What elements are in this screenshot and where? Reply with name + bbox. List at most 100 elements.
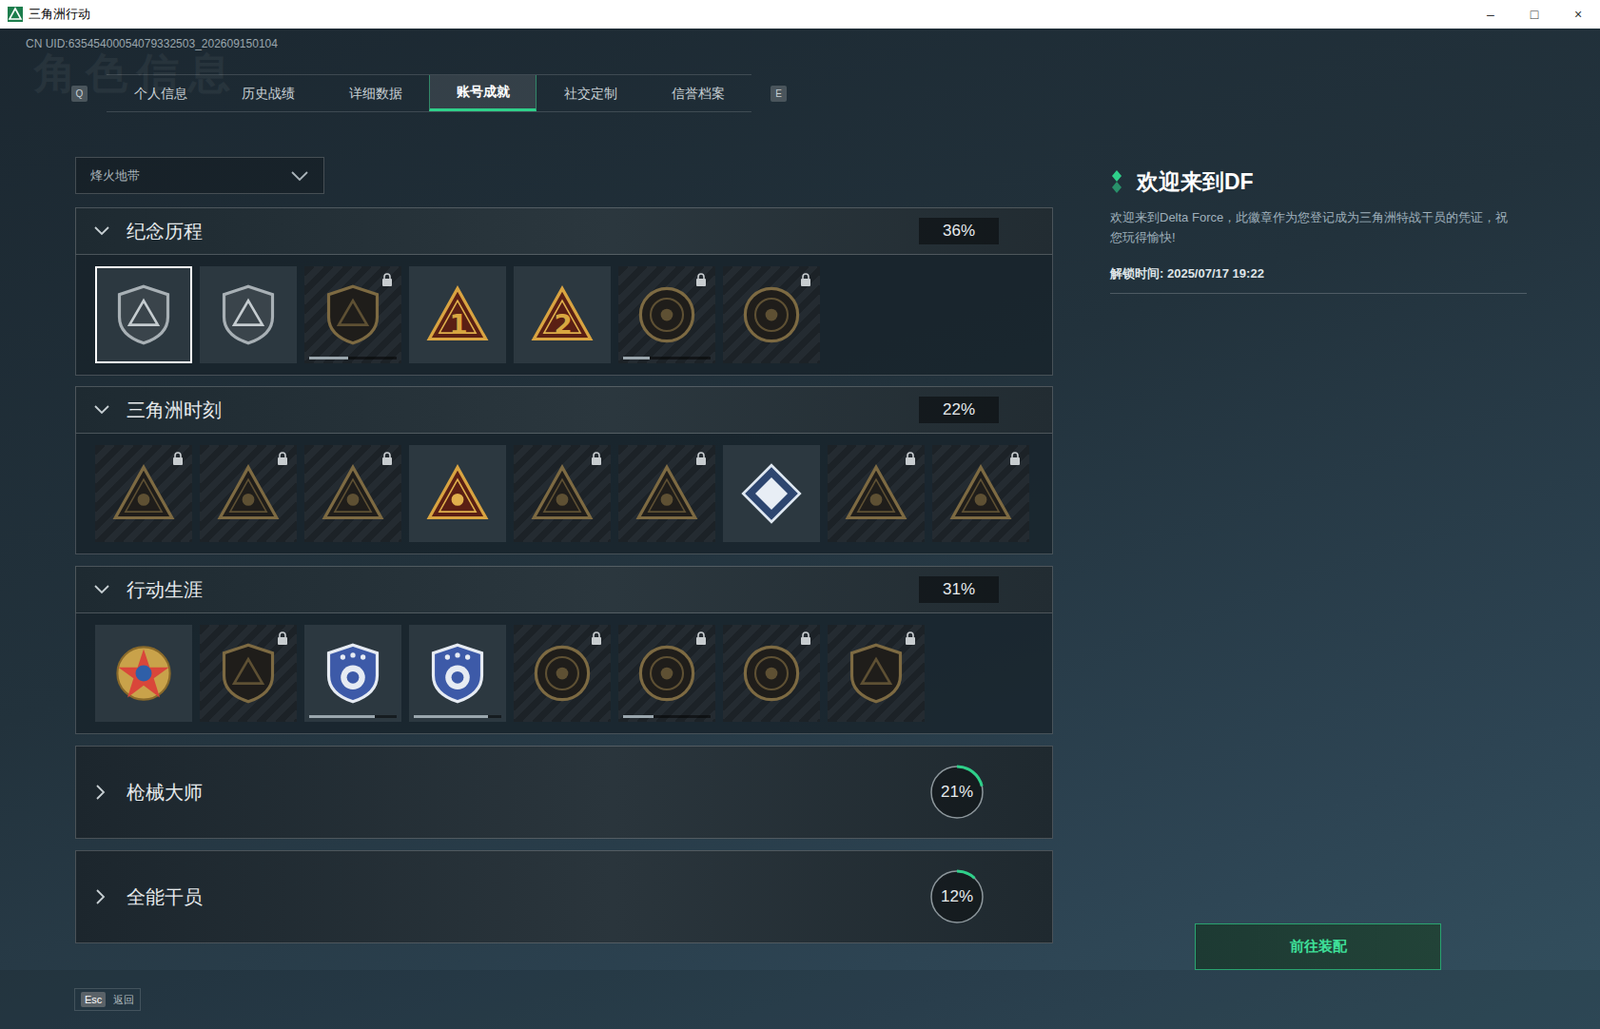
window-control-button[interactable]: □ xyxy=(1512,0,1557,29)
next-tab-key[interactable]: E xyxy=(770,85,787,102)
triangle-badge-icon xyxy=(948,461,1014,527)
section-header[interactable]: 行动生涯31% xyxy=(75,565,1054,614)
equip-button[interactable]: 前往装配 xyxy=(1194,923,1442,971)
triangle-badge-icon: 2 xyxy=(529,282,595,348)
achievement-badge[interactable] xyxy=(95,445,193,543)
triangle-badge-icon xyxy=(425,461,490,527)
section-percent: 22% xyxy=(918,396,999,424)
collapse-chevron-icon[interactable] xyxy=(93,404,111,416)
lock-icon xyxy=(590,451,603,466)
svg-text:2: 2 xyxy=(553,309,572,341)
achievement-badge[interactable] xyxy=(199,445,297,543)
tab[interactable]: 信誉档案 xyxy=(643,75,752,112)
triangle-badge-icon xyxy=(529,461,595,527)
triangle-badge-icon xyxy=(320,461,386,527)
achievement-badge[interactable] xyxy=(618,445,716,543)
triangle-badge-icon xyxy=(634,461,700,527)
achievement-section[interactable]: 全能干员12% xyxy=(75,850,1054,944)
achievement-badge[interactable] xyxy=(304,624,402,722)
detail-divider xyxy=(1110,292,1527,294)
achievement-badge[interactable] xyxy=(722,624,820,722)
achievement-badge[interactable] xyxy=(513,624,611,722)
achievement-section: 行动生涯31% xyxy=(75,565,1054,735)
shield-badge-icon xyxy=(215,282,281,348)
achievement-badge[interactable] xyxy=(618,624,716,722)
prev-tab-key[interactable]: Q xyxy=(71,85,88,102)
expand-chevron-icon[interactable] xyxy=(95,888,107,906)
achievement-badge[interactable] xyxy=(199,266,297,364)
lock-icon xyxy=(381,273,393,287)
achievement-badge[interactable] xyxy=(513,445,611,543)
uid-label: CN UID:63545400054079332503_202609150104 xyxy=(0,28,1600,52)
achievement-badge[interactable] xyxy=(827,624,925,722)
achievement-badge[interactable] xyxy=(827,445,925,543)
window-control-button[interactable]: – xyxy=(1468,0,1513,29)
achievement-badge[interactable]: 2 xyxy=(513,266,611,364)
lock-icon xyxy=(381,451,393,466)
lock-icon xyxy=(800,273,812,287)
lock-icon xyxy=(172,451,184,466)
triangle-badge-icon xyxy=(843,461,909,527)
diamond-badge-icon xyxy=(739,461,804,527)
tab[interactable]: 个人信息 xyxy=(106,75,215,112)
police-badge-icon xyxy=(320,641,386,706)
achievement-section[interactable]: 枪械大师21% xyxy=(75,745,1054,840)
section-percent: 21% xyxy=(940,780,974,805)
lock-icon xyxy=(800,631,812,645)
expand-chevron-icon[interactable] xyxy=(95,783,107,801)
badge-row xyxy=(75,613,1054,735)
section-percent: 12% xyxy=(940,884,974,910)
lock-icon xyxy=(276,451,289,466)
round-badge-icon xyxy=(739,282,804,348)
lock-icon xyxy=(276,631,289,645)
section-percent: 31% xyxy=(918,576,999,604)
unlock-time: 解锁时间: 2025/07/17 19:22 xyxy=(1110,264,1529,284)
achievement-badge[interactable] xyxy=(199,624,297,722)
round-badge-icon xyxy=(634,641,700,706)
lock-icon xyxy=(695,273,707,287)
section-header[interactable]: 三角洲时刻22% xyxy=(75,386,1054,434)
badge-progress-track xyxy=(309,356,397,360)
badge-progress-track xyxy=(623,356,711,360)
lock-icon xyxy=(1009,451,1021,466)
badge-detail-panel: 欢迎来到DF欢迎来到Delta Force，此徽章作为您登记成为三角洲特战干员的… xyxy=(1110,112,1529,971)
tab-bar: Q 个人信息历史战绩详细数据账号成就社交定制信誉档案 E xyxy=(71,74,1600,113)
lock-icon xyxy=(904,631,917,645)
mode-dropdown[interactable]: 烽火地带 xyxy=(75,156,325,195)
achievement-badge[interactable] xyxy=(722,445,820,543)
achievement-badge[interactable] xyxy=(618,266,716,364)
tab[interactable]: 历史战绩 xyxy=(214,75,322,112)
back-button[interactable]: Esc返回 xyxy=(74,988,141,1013)
badge-progress-fill xyxy=(309,715,375,719)
achievement-badge[interactable] xyxy=(95,266,193,364)
achievement-badge[interactable] xyxy=(409,445,507,543)
tab[interactable]: 社交定制 xyxy=(536,75,644,112)
shield-badge-icon xyxy=(215,641,281,706)
achievement-badge[interactable] xyxy=(304,266,402,364)
collapse-chevron-icon[interactable] xyxy=(93,584,111,596)
achievement-badge[interactable] xyxy=(409,624,507,722)
achievement-badge[interactable] xyxy=(722,266,820,364)
tab[interactable]: 账号成就 xyxy=(429,75,537,112)
achievement-badge[interactable]: 1 xyxy=(409,266,507,364)
window-control-button[interactable]: × xyxy=(1556,0,1600,29)
triangle-badge-icon xyxy=(215,461,281,527)
shield-badge-icon xyxy=(111,282,176,348)
window-title: 三角洲行动 xyxy=(28,4,91,24)
section-header[interactable]: 纪念历程36% xyxy=(75,207,1054,255)
lock-icon xyxy=(695,631,707,645)
achievement-badge[interactable] xyxy=(304,445,402,543)
shield-badge-icon xyxy=(843,641,909,706)
police-badge-icon xyxy=(425,641,490,706)
lock-icon xyxy=(590,631,603,645)
tab[interactable]: 详细数据 xyxy=(321,75,430,112)
achievement-section: 三角洲时刻22% xyxy=(75,386,1054,555)
badge-progress-track xyxy=(413,715,502,719)
achievement-badge[interactable] xyxy=(932,445,1030,543)
lock-icon xyxy=(695,451,707,466)
svg-text:1: 1 xyxy=(448,309,468,341)
dropdown-chevron-icon xyxy=(290,170,310,182)
collapse-chevron-icon[interactable] xyxy=(93,225,111,237)
achievement-badge[interactable] xyxy=(95,624,193,722)
footer-bar: Esc返回 xyxy=(0,970,1600,1029)
